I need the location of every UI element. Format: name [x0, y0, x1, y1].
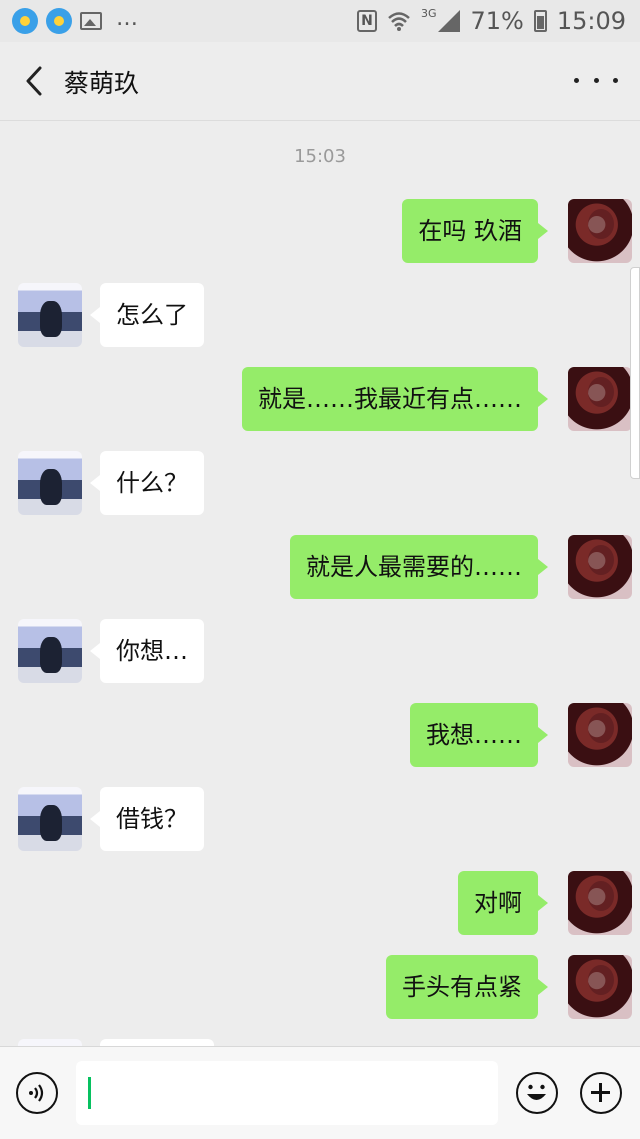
my-avatar[interactable] — [568, 955, 632, 1019]
sent-message-bubble[interactable]: 我想…… — [410, 703, 548, 767]
contact-name-title: 蔡萌玖 — [64, 69, 140, 98]
chat-header: 蔡萌玖 — [0, 42, 640, 121]
weather-icon — [12, 8, 38, 34]
gallery-icon — [80, 12, 102, 30]
received-message-bubble[interactable]: 借钱？ — [90, 787, 204, 851]
battery-percent: 71% — [470, 7, 524, 35]
nfc-icon: N — [356, 10, 377, 32]
received-message-bubble[interactable] — [100, 1039, 214, 1046]
sent-message-bubble[interactable]: 就是人最需要的…… — [290, 535, 548, 599]
sent-message-bubble[interactable]: 手头有点紧 — [386, 955, 548, 1019]
contact-avatar[interactable] — [18, 619, 82, 683]
wifi-icon — [387, 10, 411, 32]
sent-message-bubble[interactable]: 就是……我最近有点…… — [242, 367, 548, 431]
more-options-icon[interactable] — [574, 62, 618, 98]
weather-icon — [46, 8, 72, 34]
message-input[interactable] — [76, 1061, 498, 1125]
sent-message-bubble[interactable]: 在吗 玖酒 — [402, 199, 548, 263]
network-type-label: 3G — [420, 6, 437, 20]
message-row-sent: 就是……我最近有点…… — [0, 367, 640, 431]
my-avatar[interactable] — [568, 703, 632, 767]
message-row-received-partial — [0, 1039, 640, 1046]
contact-avatar[interactable] — [18, 787, 82, 851]
message-row-received: 什么？ — [0, 451, 640, 515]
scrollbar-thumb[interactable] — [630, 267, 640, 479]
emoji-icon[interactable] — [516, 1072, 558, 1114]
contact-avatar[interactable] — [18, 451, 82, 515]
message-row-received: 你想… — [0, 619, 640, 683]
message-list[interactable]: 15:03 在吗 玖酒 怎么了 就是……我最近有点…… 什么？ 就是人最需要的…… — [0, 121, 640, 1046]
back-arrow-icon[interactable] — [18, 64, 52, 98]
message-row-received: 怎么了 — [0, 283, 640, 347]
status-bar: … N 3G 71% 15:09 — [0, 0, 640, 42]
contact-avatar[interactable] — [18, 1039, 82, 1046]
received-message-bubble[interactable]: 怎么了 — [90, 283, 204, 347]
battery-icon — [533, 10, 547, 32]
more-notifications-indicator: … — [116, 5, 139, 31]
signal-icon — [438, 10, 461, 32]
voice-input-icon[interactable] — [16, 1072, 58, 1114]
received-message-bubble[interactable]: 什么？ — [90, 451, 204, 515]
message-row-sent: 我想…… — [0, 703, 640, 767]
message-row-sent: 手头有点紧 — [0, 955, 640, 1019]
clock: 15:09 — [556, 7, 626, 35]
my-avatar[interactable] — [568, 871, 632, 935]
message-row-received: 借钱？ — [0, 787, 640, 851]
message-row-sent: 就是人最需要的…… — [0, 535, 640, 599]
received-message-bubble[interactable]: 你想… — [90, 619, 204, 683]
add-attachment-icon[interactable] — [580, 1072, 622, 1114]
contact-avatar[interactable] — [18, 283, 82, 347]
chat-input-bar — [0, 1046, 640, 1139]
text-caret — [88, 1077, 91, 1109]
message-timestamp: 15:03 — [294, 146, 346, 167]
sent-message-bubble[interactable]: 对啊 — [458, 871, 548, 935]
my-avatar[interactable] — [568, 535, 632, 599]
message-row-sent: 在吗 玖酒 — [0, 199, 640, 263]
my-avatar[interactable] — [568, 367, 632, 431]
message-row-sent: 对啊 — [0, 871, 640, 935]
my-avatar[interactable] — [568, 199, 632, 263]
